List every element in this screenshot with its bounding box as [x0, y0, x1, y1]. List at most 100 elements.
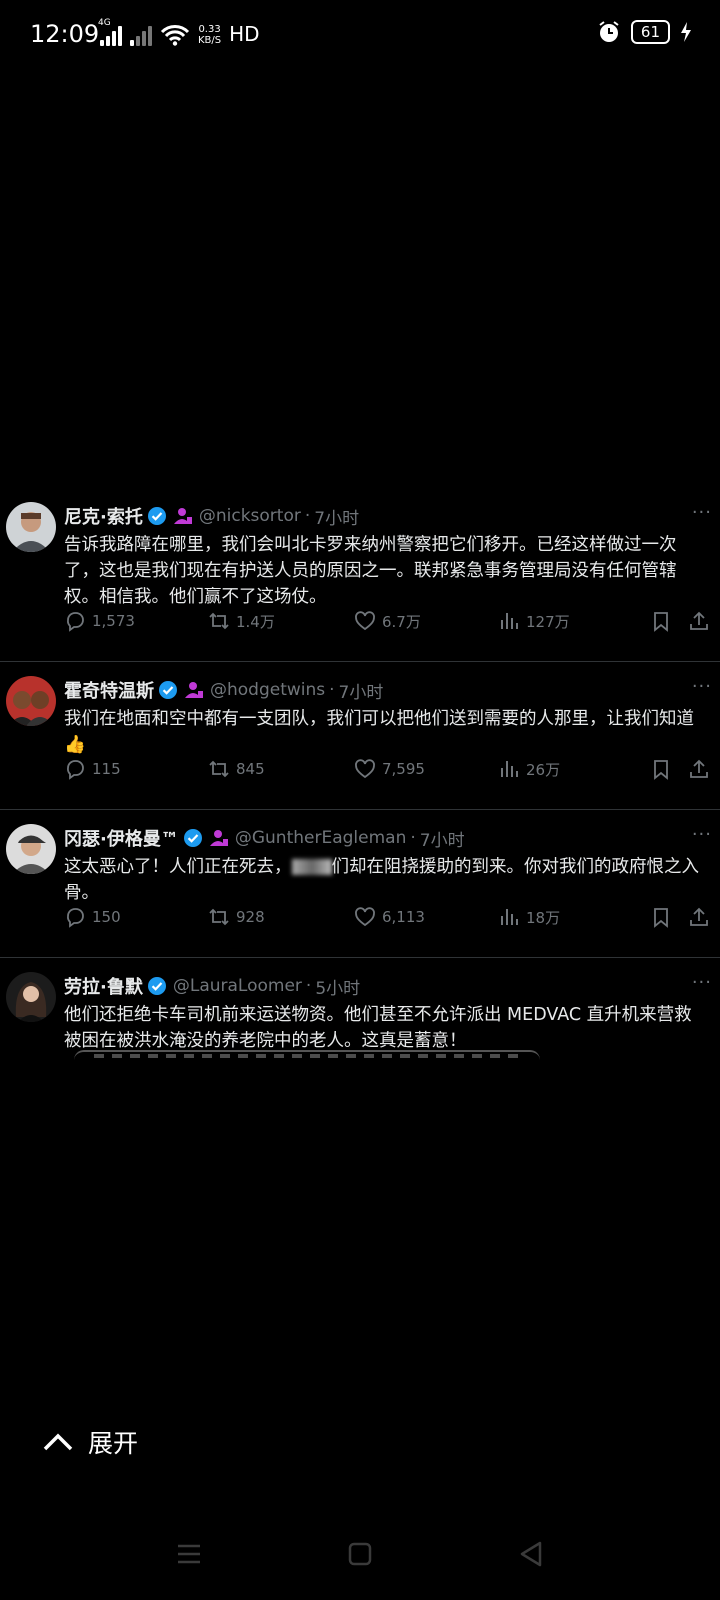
- net-speed-value: 0.33: [198, 24, 221, 35]
- tweet-text: 我们在地面和空中都有一支团队，我们可以把他们送到需要的人那里，让我们知道👍: [64, 709, 694, 755]
- alarm-icon: [599, 21, 619, 42]
- retweet-button[interactable]: 928: [208, 906, 354, 928]
- retweet-count: 928: [236, 908, 265, 926]
- bookmark-button[interactable]: [650, 758, 672, 780]
- reply-icon: [67, 760, 84, 780]
- tweet-time[interactable]: 5小时: [315, 974, 360, 999]
- separator-dot: ·: [305, 976, 312, 996]
- avatar-image: [6, 824, 56, 874]
- avatar[interactable]: [6, 502, 56, 552]
- reply-icon: [67, 908, 84, 928]
- reply-count: 1,573: [92, 612, 135, 630]
- separator-dot: ·: [410, 828, 416, 848]
- expand-label: 展开: [88, 1429, 139, 1458]
- views-count: 127万: [526, 612, 570, 631]
- author-name[interactable]: 霍奇特温斯: [64, 677, 154, 703]
- share-icon: [690, 611, 708, 630]
- redacted-blur: [291, 859, 332, 875]
- battery-level: 61: [630, 20, 670, 44]
- reply-button[interactable]: 1,573: [64, 610, 208, 632]
- like-button[interactable]: 6.7万: [354, 610, 498, 632]
- tweet-text: 这太恶心了！人们正在死去， 们却在阻挠援助的到来。你对我们的政府恨之入骨。: [64, 854, 704, 906]
- retweet-icon: [209, 760, 229, 778]
- avatar-image: [6, 972, 56, 1022]
- tweet-header: 尼克·索托 @nicksortor · 7小时: [64, 503, 708, 529]
- expand-button[interactable]: 展开: [42, 1424, 138, 1460]
- like-count: 7,595: [382, 760, 425, 778]
- share-icon: [690, 759, 708, 778]
- author-name[interactable]: 劳拉·鲁默: [64, 973, 143, 999]
- net-speed: 0.33 KB/S: [198, 24, 221, 46]
- author-handle[interactable]: @hodgetwins: [210, 680, 325, 700]
- charging-icon: [681, 22, 691, 42]
- menu-icon[interactable]: [176, 1542, 202, 1566]
- views-button[interactable]: 26万: [498, 758, 638, 780]
- avatar[interactable]: [6, 972, 56, 1022]
- avatar[interactable]: [6, 824, 56, 874]
- tweet[interactable]: 冈瑟·伊格曼™ @GuntherEagleman · 7小时 ··· 这太恶心了…: [0, 810, 720, 958]
- more-options-icon[interactable]: ···: [692, 824, 712, 845]
- back-icon[interactable]: [518, 1540, 544, 1568]
- tweet-header: 劳拉·鲁默 @LauraLoomer · 5小时: [64, 973, 708, 999]
- reply-button[interactable]: 115: [64, 758, 208, 780]
- tweet-text-part: 这太恶心了！人们正在死去，: [64, 857, 292, 877]
- tweet-actions: 1,573 1.4万 6.7万 127万: [64, 610, 710, 632]
- bookmark-button[interactable]: [650, 906, 672, 928]
- tweet-time[interactable]: 7小时: [339, 678, 384, 703]
- heart-icon: [355, 907, 375, 927]
- tweet-feed[interactable]: 尼克·索托 @nicksortor · 7小时 ··· 告诉我路障在哪里，我们会…: [0, 488, 720, 1070]
- verified-badge-icon: [159, 681, 177, 699]
- share-icon: [690, 907, 708, 926]
- more-options-icon[interactable]: ···: [692, 502, 712, 523]
- embedded-media-edge[interactable]: [74, 1050, 540, 1064]
- retweet-count: 1.4万: [236, 612, 275, 631]
- more-options-icon[interactable]: ···: [692, 676, 712, 697]
- tweet-actions: 150 928 6,113 18万: [64, 906, 710, 928]
- author-handle[interactable]: @GuntherEagleman: [235, 828, 407, 848]
- like-count: 6.7万: [382, 612, 421, 631]
- author-name[interactable]: 冈瑟·伊格曼™: [64, 825, 179, 851]
- signal-off-icon: [130, 24, 152, 46]
- heart-icon: [355, 611, 375, 631]
- tweet[interactable]: 霍奇特温斯 @hodgetwins · 7小时 ··· 我们在地面和空中都有一支…: [0, 662, 720, 810]
- views-icon: [501, 761, 518, 777]
- avatar-image: [6, 502, 56, 552]
- like-count: 6,113: [382, 908, 425, 926]
- retweet-button[interactable]: 1.4万: [208, 610, 354, 632]
- tweet-time[interactable]: 7小时: [314, 504, 359, 529]
- tweet-time[interactable]: 7小时: [420, 826, 465, 851]
- status-right-icons: 61: [597, 20, 692, 44]
- affiliate-badge-icon: [185, 682, 203, 698]
- verified-badge-icon: [147, 977, 166, 995]
- network-tag: 4G: [98, 18, 111, 28]
- verified-badge-icon: [183, 829, 202, 847]
- tweet[interactable]: 尼克·索托 @nicksortor · 7小时 ··· 告诉我路障在哪里，我们会…: [0, 488, 720, 662]
- author-handle[interactable]: @nicksortor: [199, 506, 301, 526]
- home-icon[interactable]: [348, 1542, 372, 1566]
- views-button[interactable]: 18万: [498, 906, 638, 928]
- retweet-button[interactable]: 845: [208, 758, 354, 780]
- signal-icon: 4G: [98, 18, 122, 46]
- views-button[interactable]: 127万: [498, 610, 638, 632]
- separator-dot: ·: [329, 680, 335, 700]
- hd-label: HD: [229, 22, 260, 46]
- reply-button[interactable]: 150: [64, 906, 208, 928]
- author-handle[interactable]: @LauraLoomer: [173, 976, 302, 996]
- tweet-text: 告诉我路障在哪里，我们会叫北卡罗来纳州警察把它们移开。已经这样做过一次了，这也是…: [64, 535, 677, 607]
- avatar[interactable]: [6, 676, 56, 726]
- reply-icon: [67, 612, 84, 632]
- share-button[interactable]: [688, 906, 710, 928]
- more-options-icon[interactable]: ···: [692, 972, 712, 993]
- bookmark-icon: [654, 760, 668, 780]
- reply-count: 115: [92, 760, 121, 778]
- tweet[interactable]: 劳拉·鲁默 @LauraLoomer · 5小时 ··· 他们还拒绝卡车司机前来…: [0, 958, 720, 1070]
- author-name[interactable]: 尼克·索托: [64, 503, 143, 529]
- retweet-icon: [209, 908, 229, 926]
- status-bar: 12:09 4G 0.33 KB/S HD 61: [0, 0, 720, 72]
- like-button[interactable]: 6,113: [354, 906, 498, 928]
- bookmark-button[interactable]: [650, 610, 672, 632]
- status-time: 12:09: [30, 20, 100, 48]
- share-button[interactable]: [688, 758, 710, 780]
- share-button[interactable]: [688, 610, 710, 632]
- like-button[interactable]: 7,595: [354, 758, 498, 780]
